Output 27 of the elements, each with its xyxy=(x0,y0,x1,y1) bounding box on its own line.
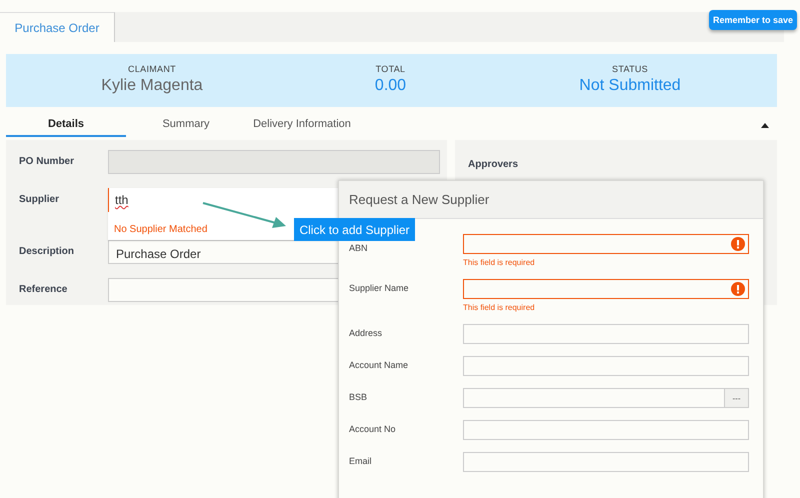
field-label: ABN xyxy=(349,242,369,253)
field-label: Address xyxy=(349,327,384,338)
field-label: PO Number xyxy=(19,155,76,167)
summary-label: STATUS xyxy=(612,64,648,74)
summary-value: 0.00 xyxy=(374,77,406,95)
lookup-button[interactable]: --- xyxy=(724,389,748,407)
approvers-title: Approvers xyxy=(468,159,518,170)
section-tab[interactable]: Details xyxy=(6,113,126,137)
error-message: This field is required xyxy=(463,303,536,312)
error-message: This field is required xyxy=(463,258,536,267)
summary-value: Kylie Magenta xyxy=(101,77,203,95)
no-match-message: No Supplier Matched xyxy=(113,223,208,235)
field-label: Email xyxy=(349,455,373,466)
section-tab[interactable]: Summary xyxy=(126,113,246,137)
field-label: Description xyxy=(19,245,76,257)
field-label: BSB xyxy=(349,391,368,402)
section-tab[interactable]: Delivery Information xyxy=(246,113,358,137)
field-label: Account No xyxy=(349,423,397,434)
field-label: Account Name xyxy=(349,359,410,370)
summary-label: CLAIMANT xyxy=(128,64,176,74)
text-field[interactable]: --- xyxy=(463,388,749,408)
summary-label: TOTAL xyxy=(376,64,406,74)
field-label: Supplier xyxy=(19,193,60,205)
field-label: Reference xyxy=(19,283,68,295)
field-label: Supplier Name xyxy=(349,282,410,293)
supplier-input-value[interactable]: tth xyxy=(108,188,134,212)
summary-value: Not Submitted xyxy=(579,77,681,95)
